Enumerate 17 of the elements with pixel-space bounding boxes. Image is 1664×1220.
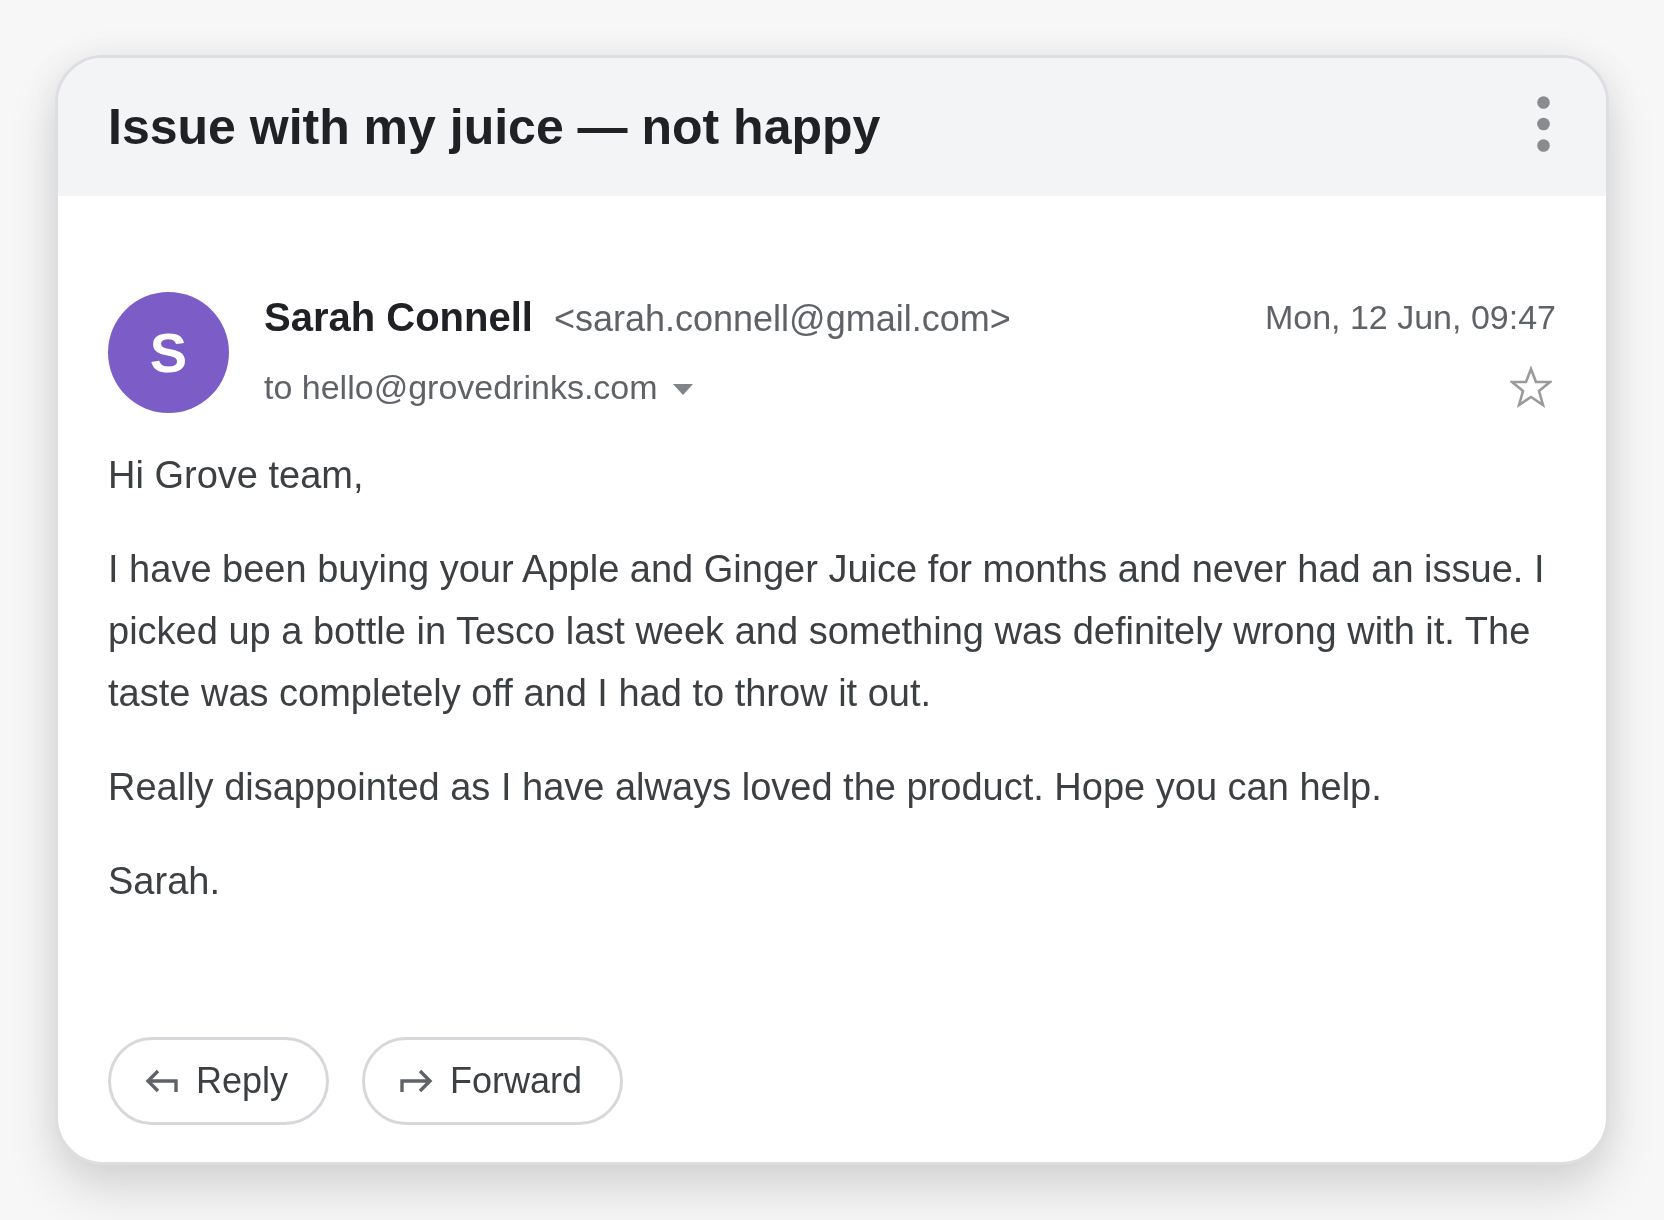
message-paragraph: Sarah. [108, 859, 221, 904]
sender-email: <sarah.connell@gmail.com> [553, 297, 1011, 341]
recipient-text: to hello@grovedrinks.com [264, 367, 658, 407]
more-options-icon[interactable] [1537, 96, 1550, 152]
avatar: S [108, 292, 229, 413]
message-paragraph: I have been buying your Apple and Ginger Juice for months and never had an issue. I picked up a bottle in Tesco last week and something was definitely wrong with it. The taste was completely off and I had to throw it out. [108, 547, 1546, 716]
email-date: Mon, 12 Jun, 09:47 [1264, 297, 1556, 338]
reply-arrow-icon [145, 1067, 179, 1095]
caret-icon[interactable] [672, 383, 693, 395]
email-subject: Issue with my juice — not happy [108, 98, 881, 156]
star-icon[interactable] [1510, 366, 1552, 408]
sender-name: Sarah Connell [264, 294, 533, 341]
forward-arrow-icon [399, 1067, 434, 1095]
reply-button[interactable]: Reply [108, 1037, 330, 1125]
message-paragraph: Hi Grove team, [108, 453, 365, 498]
forward-button[interactable]: Forward [362, 1037, 624, 1125]
message-paragraph: Really disappointed as I have always loved the product. Hope you can help. [108, 765, 1383, 810]
